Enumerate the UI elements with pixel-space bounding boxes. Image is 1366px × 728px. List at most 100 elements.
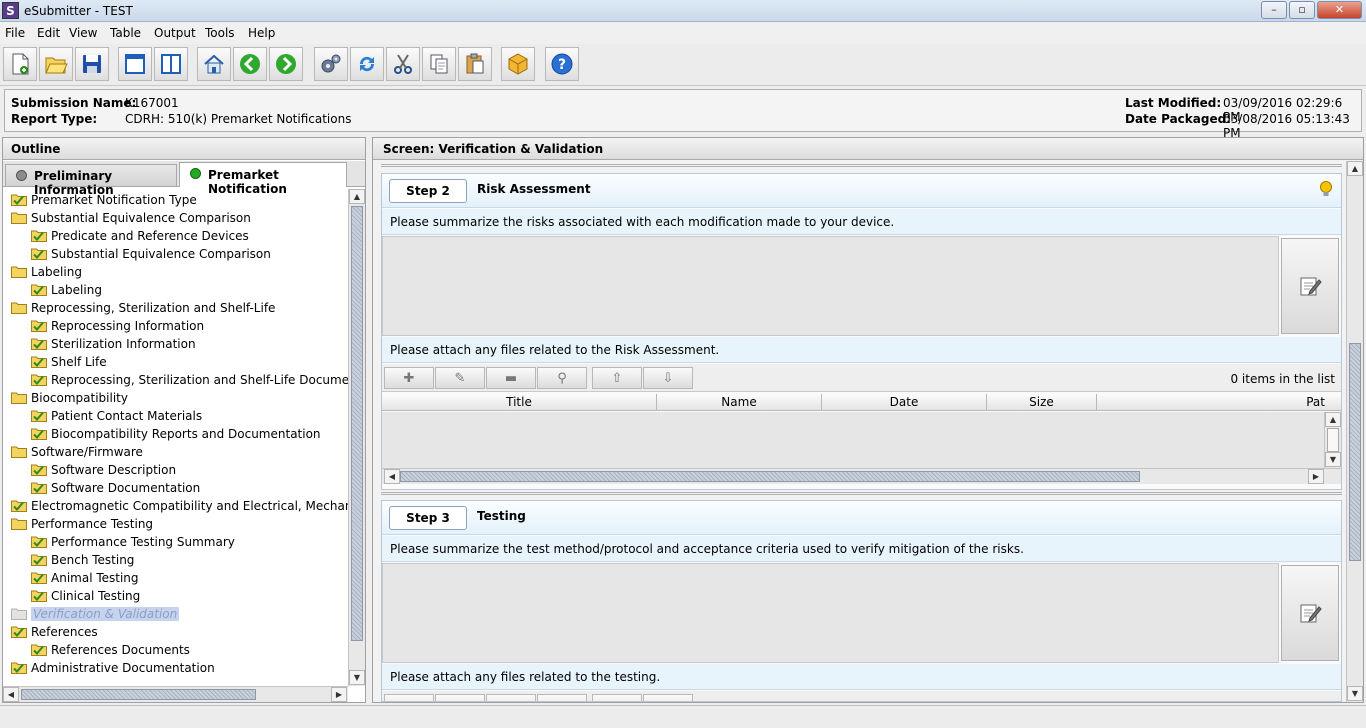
edit-text-button[interactable]: [1281, 238, 1339, 334]
step-2-button[interactable]: Step 2: [389, 179, 467, 203]
scroll-down-icon[interactable]: ▼: [1325, 452, 1341, 467]
folder-check-icon: [11, 193, 27, 206]
submission-name-value: K167001: [125, 96, 179, 110]
attach-prompt: Please attach any files related to the t…: [382, 664, 1341, 690]
attachment-table-body[interactable]: [382, 412, 1324, 468]
scroll-up-icon[interactable]: ▲: [349, 189, 365, 204]
view-magnifier-icon: ⚲: [557, 370, 567, 386]
column-date[interactable]: Date: [822, 394, 987, 411]
open-button[interactable]: [39, 47, 73, 81]
menu-tools[interactable]: Tools: [205, 26, 235, 40]
back-arrow-icon: [240, 54, 260, 74]
window-cascade-icon: [125, 54, 145, 74]
tab-premarket-notification[interactable]: Premarket Notification: [179, 162, 347, 196]
lightbulb-icon[interactable]: [1319, 180, 1333, 198]
paste-button[interactable]: [458, 47, 492, 81]
scroll-thumb[interactable]: [21, 689, 256, 700]
column-size[interactable]: Size: [987, 394, 1097, 411]
package-box-icon: [508, 53, 528, 75]
table-horizontal-scrollbar[interactable]: ◀ ▶: [382, 468, 1341, 484]
scroll-up-icon[interactable]: ▲: [1325, 412, 1341, 427]
step-title: Testing: [477, 509, 526, 523]
step-title: Risk Assessment: [477, 182, 591, 196]
scroll-right-icon[interactable]: ▶: [1308, 469, 1324, 484]
menu-view[interactable]: View: [69, 26, 97, 40]
folder-icon: [11, 445, 27, 458]
scroll-thumb[interactable]: [400, 471, 1140, 482]
app-icon: S: [2, 2, 19, 19]
settings-button[interactable]: [314, 47, 348, 81]
edit-attachment-button[interactable]: ✎: [435, 367, 485, 389]
table-vertical-scrollbar[interactable]: ▲ ▼: [1324, 412, 1341, 468]
scroll-right-icon[interactable]: ▶: [331, 687, 347, 702]
folder-check-icon: [31, 283, 47, 296]
scroll-down-icon[interactable]: ▼: [1347, 686, 1363, 701]
folder-check-icon: [31, 481, 47, 494]
scroll-up-icon[interactable]: ▲: [1347, 161, 1363, 176]
cut-button[interactable]: [386, 47, 420, 81]
scroll-down-icon[interactable]: ▼: [349, 670, 365, 685]
outline-horizontal-scrollbar[interactable]: ◀ ▶: [3, 686, 348, 702]
copy-button[interactable]: [422, 47, 456, 81]
scroll-left-icon[interactable]: ◀: [3, 687, 19, 702]
forward-button[interactable]: [269, 47, 303, 81]
column-path[interactable]: Pat: [1097, 394, 1341, 411]
remove-attachment-button[interactable]: ▬: [486, 367, 536, 389]
submission-info-panel: Submission Name: K167001 Report Type: CD…: [4, 89, 1362, 140]
risk-summary-textarea[interactable]: [382, 236, 1279, 336]
step-3-button[interactable]: Step 3: [389, 506, 467, 530]
tree-item-label: Clinical Testing: [51, 589, 141, 603]
edit-text-button[interactable]: [1281, 565, 1339, 661]
tree-item-label: Software/Firmware: [31, 445, 143, 459]
tab-preliminary-information[interactable]: Preliminary Information: [5, 164, 177, 197]
close-button[interactable]: ✕: [1317, 1, 1362, 19]
menu-bar: File Edit View Table Output Tools Help: [0, 22, 1366, 44]
screen-header: Screen: Verification & Validation: [373, 138, 1363, 160]
maximize-button[interactable]: ▫: [1289, 1, 1315, 19]
move-down-button[interactable]: [643, 694, 693, 701]
outline-header: Outline: [3, 138, 365, 160]
move-up-button[interactable]: [592, 694, 642, 701]
outline-vertical-scrollbar[interactable]: ▲ ▼: [348, 189, 365, 686]
tree-item-label: Predicate and Reference Devices: [51, 229, 249, 243]
refresh-button[interactable]: [350, 47, 384, 81]
minimize-button[interactable]: –: [1261, 1, 1287, 19]
help-icon: ?: [551, 53, 573, 75]
attachment-toolbar: [382, 691, 1341, 701]
home-button[interactable]: [197, 47, 231, 81]
menu-help[interactable]: Help: [248, 26, 275, 40]
view-attachment-button[interactable]: ⚲: [537, 367, 587, 389]
column-title[interactable]: Title: [382, 394, 657, 411]
column-name[interactable]: Name: [657, 394, 822, 411]
remove-attachment-button[interactable]: [486, 694, 536, 701]
save-disk-icon: [83, 55, 101, 73]
save-button[interactable]: [75, 47, 109, 81]
edit-attachment-button[interactable]: [435, 694, 485, 701]
scroll-thumb[interactable]: [1349, 343, 1361, 561]
status-bar: [0, 705, 1366, 728]
screen-vertical-scrollbar[interactable]: ▲ ▼: [1346, 161, 1363, 702]
menu-output[interactable]: Output: [154, 26, 196, 40]
move-up-button[interactable]: ⇧: [592, 367, 642, 389]
move-down-button[interactable]: ⇩: [643, 367, 693, 389]
split-button[interactable]: [154, 47, 188, 81]
tree-item-label: Patient Contact Materials: [51, 409, 203, 423]
scroll-thumb[interactable]: [351, 206, 363, 641]
add-attachment-button[interactable]: [384, 694, 434, 701]
menu-table[interactable]: Table: [110, 26, 141, 40]
tree-item-label: Animal Testing: [51, 571, 139, 585]
scroll-left-icon[interactable]: ◀: [384, 469, 400, 484]
menu-file[interactable]: File: [5, 26, 25, 40]
back-button[interactable]: [233, 47, 267, 81]
scroll-thumb[interactable]: [1327, 428, 1339, 452]
cascade-button[interactable]: [118, 47, 152, 81]
package-button[interactable]: [501, 47, 535, 81]
window-title: eSubmitter - TEST: [24, 4, 133, 18]
add-attachment-button[interactable]: ✚: [384, 367, 434, 389]
help-button[interactable]: ?: [545, 47, 579, 81]
new-button[interactable]: [3, 47, 37, 81]
view-attachment-button[interactable]: [537, 694, 587, 701]
testing-summary-textarea[interactable]: [382, 563, 1279, 663]
outline-panel: Outline Preliminary Information Premarke…: [2, 137, 366, 703]
menu-edit[interactable]: Edit: [37, 26, 60, 40]
